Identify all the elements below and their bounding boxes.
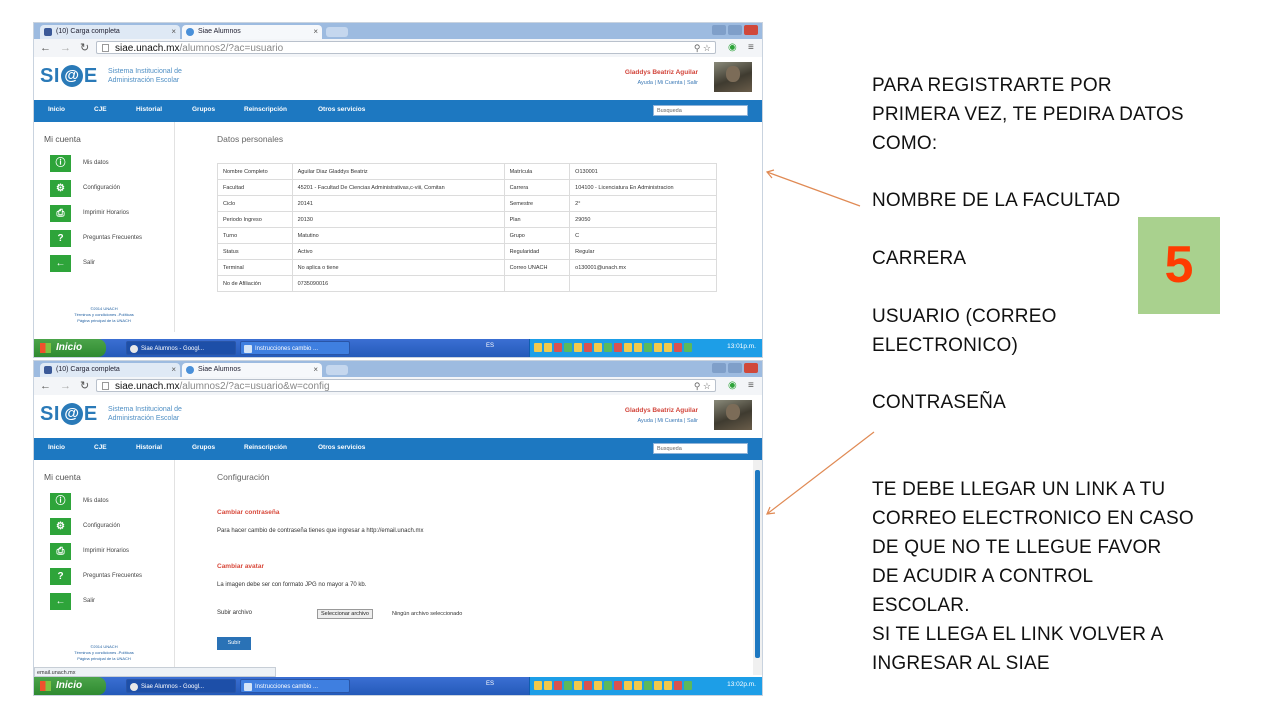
link-line: DE QUE NO TE LLEGUE FAVOR: [872, 537, 1162, 558]
intro-line: PRIMERA VEZ, TE PEDIRA DATOS: [872, 104, 1184, 125]
intro-line: COMO:: [872, 133, 938, 154]
intro-line: PARA REGISTRARTE POR: [872, 75, 1112, 96]
item-facultad: NOMBRE DE LA FACULTAD: [872, 190, 1121, 211]
item-carrera: CARRERA: [872, 248, 967, 269]
link-line: TE DEBE LLEGAR UN LINK A TU: [872, 479, 1166, 500]
link-instructions: TE DEBE LLEGAR UN LINK A TU CORREO ELECT…: [872, 475, 1194, 678]
link-line: INGRESAR AL SIAE: [872, 653, 1050, 674]
item-usuario: USUARIO (CORREO ELECTRONICO): [872, 302, 1057, 360]
link-line: CORREO ELECTRONICO EN CASO: [872, 508, 1194, 529]
arrow-to-config-page: [766, 431, 875, 515]
link-line: DE ACUDIR A CONTROL: [872, 566, 1094, 587]
arrow-to-datos-table: [766, 171, 861, 207]
usuario-line: ELECTRONICO): [872, 335, 1018, 356]
step-number-badge: 5: [1138, 217, 1220, 314]
link-line: ESCOLAR.: [872, 595, 970, 616]
link-line: SI TE LLEGA EL LINK VOLVER A: [872, 624, 1164, 645]
intro-text: PARA REGISTRARTE POR PRIMERA VEZ, TE PED…: [872, 71, 1184, 158]
item-contrasena: CONTRASEÑA: [872, 392, 1006, 413]
usuario-line: USUARIO (CORREO: [872, 306, 1057, 327]
